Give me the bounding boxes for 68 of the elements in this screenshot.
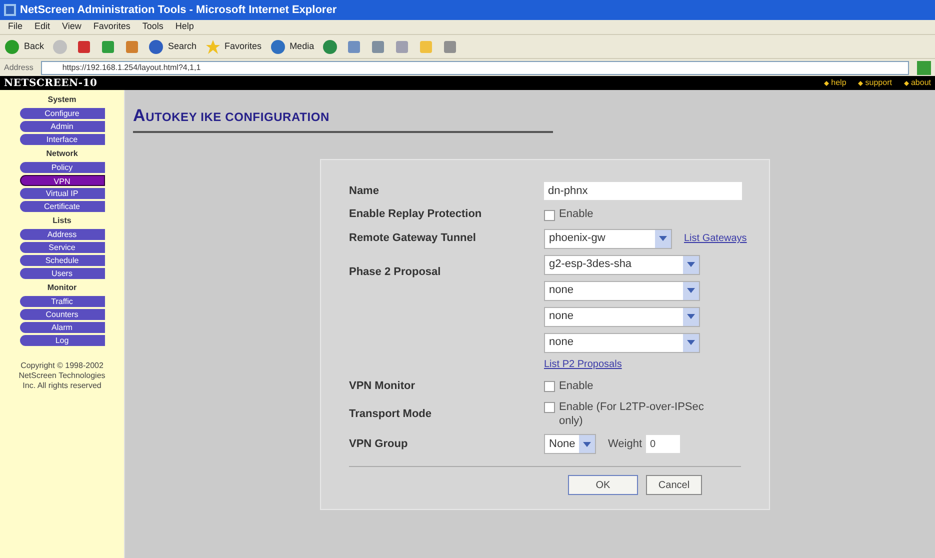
sidebar-item[interactable]: Admin xyxy=(20,121,104,132)
sidebar-heading: Monitor xyxy=(47,282,77,294)
menu-item[interactable]: Favorites xyxy=(93,20,130,34)
sidebar-item[interactable]: Virtual IP xyxy=(20,188,104,199)
dropdown-field[interactable]: none xyxy=(544,306,700,326)
sidebar-item[interactable]: Users xyxy=(20,268,104,279)
dropdown-field[interactable]: g2-esp-3des-sha xyxy=(544,254,700,274)
field-label: Enable Replay Protection xyxy=(349,207,482,222)
field-label: Name xyxy=(349,184,379,199)
sidebar-item[interactable]: Schedule xyxy=(20,255,104,266)
dropdown-field[interactable]: none xyxy=(544,332,700,352)
favorites-button[interactable]: Favorites xyxy=(204,38,262,54)
page-title: AUTOKEY IKE CONFIGURATION xyxy=(133,105,330,127)
checkbox[interactable] xyxy=(544,402,555,413)
banner-link[interactable]: help xyxy=(824,77,846,89)
search-button[interactable]: Search xyxy=(148,38,197,54)
sidebar-heading: System xyxy=(48,94,76,106)
checkbox[interactable] xyxy=(544,210,555,221)
sidebar-item[interactable]: Certificate xyxy=(20,201,104,212)
menu-item[interactable]: Edit xyxy=(34,20,50,34)
weight-label: Weight xyxy=(608,436,642,452)
cancel-button[interactable]: Cancel xyxy=(646,475,702,495)
sidebar-item[interactable]: Alarm xyxy=(20,322,104,333)
field-label: VPN Monitor xyxy=(349,378,415,394)
field-label: Phase 2 Proposal xyxy=(349,266,441,278)
dropdown-field[interactable]: none xyxy=(544,280,700,300)
field-label: Remote Gateway Tunnel xyxy=(349,231,476,246)
checkbox-label: Enable xyxy=(559,378,594,394)
address-field[interactable]: https://192.168.1.254/layout.html?4,1,1 xyxy=(41,60,909,74)
sidebar-heading: Network xyxy=(46,148,78,160)
address-label: Address xyxy=(4,62,34,74)
menu-item[interactable]: Help xyxy=(175,20,194,34)
checkbox-label: Enable xyxy=(559,207,594,222)
sidebar-item[interactable]: Interface xyxy=(20,134,104,145)
back-button[interactable]: Back xyxy=(4,38,44,54)
sidebar-item[interactable]: Address xyxy=(20,229,104,240)
diamond-icon xyxy=(858,80,864,86)
banner-link[interactable]: about xyxy=(904,77,931,89)
checkbox-label: Enable (For L2TP-over-IPSec only) xyxy=(559,400,705,428)
banner-link[interactable]: support xyxy=(858,77,892,89)
ok-button[interactable]: OK xyxy=(568,475,638,495)
copyright-text: Copyright © 1998-2002 NetScreen Technologies Inc. All rights reserved xyxy=(18,361,106,391)
sidebar-item[interactable]: Traffic xyxy=(20,296,104,307)
diamond-icon xyxy=(904,80,909,86)
window-title: NetScreen Administration Tools - Microsoft Internet Explorer xyxy=(20,2,337,18)
menu-item[interactable]: View xyxy=(62,20,82,34)
logo: NETSCREEN-10 xyxy=(4,76,98,90)
list-proposals-link[interactable]: List P2 Proposals xyxy=(544,356,744,372)
field-label: Transport Mode xyxy=(349,406,432,422)
list-gateways-link[interactable]: List Gateways xyxy=(684,231,747,246)
sidebar-item[interactable]: VPN xyxy=(20,175,104,186)
dropdown-field[interactable]: phoenix-gw xyxy=(544,228,672,248)
checkbox[interactable] xyxy=(544,381,555,392)
menu-item[interactable]: Tools xyxy=(142,20,164,34)
browser-icon xyxy=(4,4,16,16)
diamond-icon xyxy=(824,80,830,86)
weight-field[interactable]: 0 xyxy=(646,435,680,453)
sidebar-heading: Lists xyxy=(52,215,72,227)
sidebar-item[interactable]: Policy xyxy=(20,162,104,173)
menu-item[interactable]: File xyxy=(8,20,23,34)
field-label: VPN Group xyxy=(349,436,408,452)
dropdown-field[interactable]: None xyxy=(544,434,596,454)
sidebar-item[interactable]: Configure xyxy=(20,108,104,119)
name-field[interactable]: dn-phnx xyxy=(544,182,742,200)
sidebar-item[interactable]: Log xyxy=(20,335,104,346)
sidebar-item[interactable]: Counters xyxy=(20,309,104,320)
media-button[interactable]: Media xyxy=(270,38,314,54)
sidebar-item[interactable]: Service xyxy=(20,242,104,253)
